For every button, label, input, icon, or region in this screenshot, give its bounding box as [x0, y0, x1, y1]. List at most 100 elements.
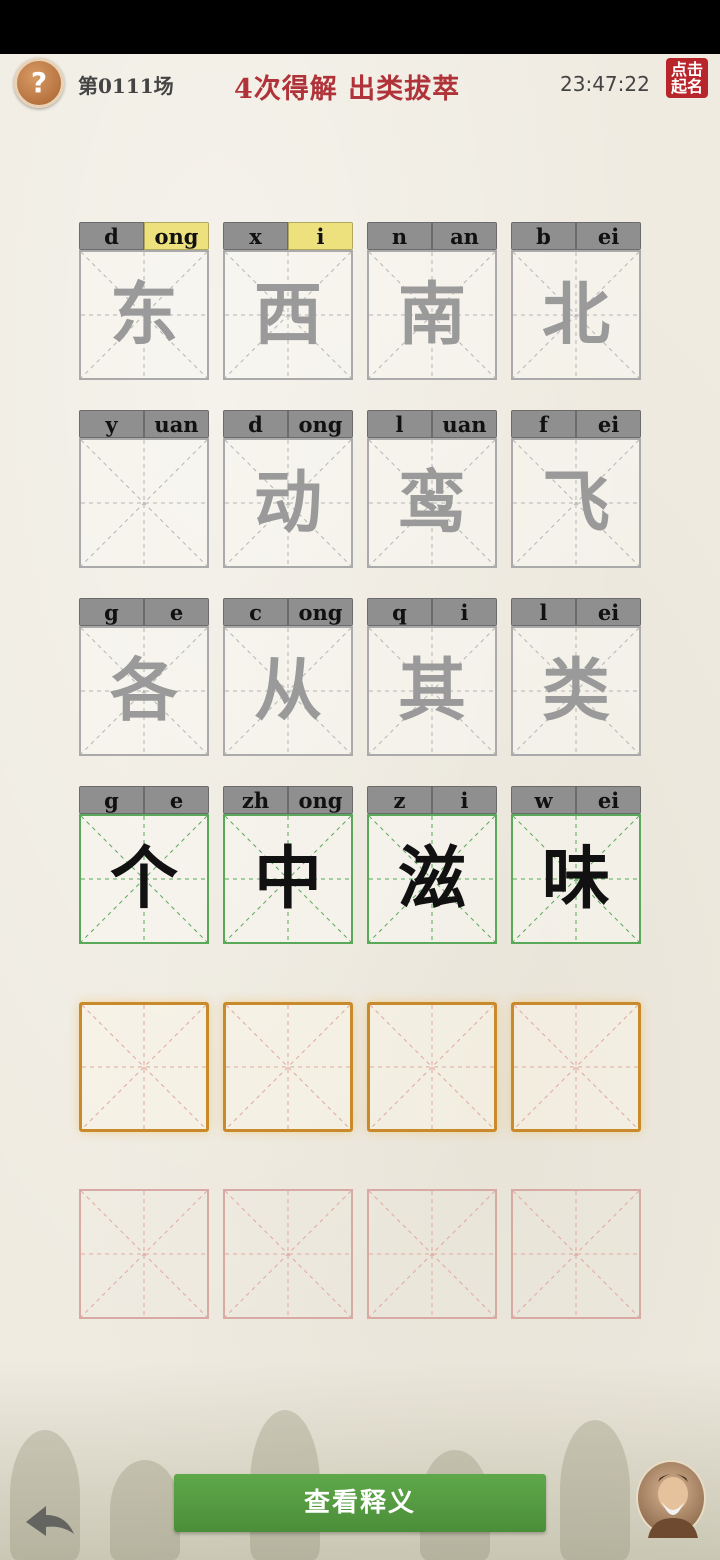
- character: 个: [109, 839, 178, 919]
- input-slot-empty: [367, 1189, 497, 1319]
- character-box: 西: [223, 250, 353, 380]
- character: 东: [109, 275, 178, 355]
- character-box: 各: [79, 626, 209, 756]
- pinyin-final: i: [432, 786, 497, 814]
- character: 动: [253, 463, 322, 543]
- pinyin-bar: l ei: [511, 598, 641, 626]
- pinyin-initial: w: [511, 786, 576, 814]
- pinyin-final: an: [432, 222, 497, 250]
- character-box: 飞: [511, 438, 641, 568]
- pinyin-bar: zi: [367, 786, 497, 814]
- pinyin-bar: l uan: [367, 410, 497, 438]
- pinyin-initial: z: [367, 786, 432, 814]
- character-box: 鸾: [367, 438, 497, 568]
- pinyin-bar: xi: [223, 222, 353, 250]
- grid-guide-lines: [82, 1005, 206, 1129]
- pinyin-initial: q: [367, 598, 432, 626]
- pinyin-final: ong: [144, 222, 209, 250]
- view-meaning-button[interactable]: 查看释义: [174, 1474, 546, 1532]
- sage-avatar-icon[interactable]: [636, 1460, 706, 1538]
- character-box: 从: [223, 626, 353, 756]
- input-slot-active[interactable]: [223, 1002, 353, 1132]
- input-slot-active[interactable]: [511, 1002, 641, 1132]
- character-box: 中: [223, 814, 353, 944]
- pinyin-initial: y: [79, 410, 144, 438]
- help-button[interactable]: ?: [14, 58, 64, 108]
- character-box: 味: [511, 814, 641, 944]
- character-box: 其: [367, 626, 497, 756]
- grid-guide-lines: [225, 1191, 351, 1317]
- pinyin-initial: f: [511, 410, 576, 438]
- pinyin-final: ong: [288, 410, 353, 438]
- input-slot-empty: [223, 1189, 353, 1319]
- character-box: 北: [511, 250, 641, 380]
- pinyin-final: ei: [576, 410, 641, 438]
- pinyin-initial: l: [367, 410, 432, 438]
- pinyin-bar: d ong: [223, 410, 353, 438]
- character-box: 南: [367, 250, 497, 380]
- pinyin-bar: zh ong: [223, 786, 353, 814]
- character: 鸾: [397, 463, 466, 543]
- pinyin-initial: l: [511, 598, 576, 626]
- round-label: 第0111场: [78, 74, 174, 98]
- grid-guide-lines: [370, 1005, 494, 1129]
- character-box: 滋: [367, 814, 497, 944]
- input-slot-empty: [511, 1189, 641, 1319]
- character-box: 东: [79, 250, 209, 380]
- pinyin-bar: w ei: [511, 786, 641, 814]
- pinyin-bar: d ong: [79, 222, 209, 250]
- character: 滋: [397, 839, 466, 919]
- pinyin-initial: d: [223, 410, 288, 438]
- character: 类: [541, 651, 610, 731]
- pinyin-initial: c: [223, 598, 288, 626]
- character: 其: [397, 651, 466, 731]
- pinyin-initial: zh: [223, 786, 288, 814]
- character: 从: [253, 651, 322, 731]
- back-arrow-icon[interactable]: [22, 1498, 78, 1542]
- grid-guide-lines: [369, 1191, 495, 1317]
- pinyin-final: ei: [576, 222, 641, 250]
- pinyin-initial: b: [511, 222, 576, 250]
- grid-guide-lines: [81, 1191, 207, 1317]
- grid-guide-lines: [226, 1005, 350, 1129]
- input-slot-empty: [79, 1189, 209, 1319]
- pinyin-initial: g: [79, 598, 144, 626]
- solve-result-title: 4次得解 出类拔萃: [234, 74, 461, 105]
- pinyin-final: i: [288, 222, 353, 250]
- input-slot-active[interactable]: [367, 1002, 497, 1132]
- pinyin-final: ei: [576, 598, 641, 626]
- pinyin-final: ong: [288, 598, 353, 626]
- pinyin-final: i: [432, 598, 497, 626]
- pinyin-final: ei: [576, 786, 641, 814]
- character: 北: [541, 275, 610, 355]
- pinyin-bar: qi: [367, 598, 497, 626]
- character-box: 个: [79, 814, 209, 944]
- pinyin-initial: n: [367, 222, 432, 250]
- grid-guide-lines: [514, 1005, 638, 1129]
- pinyin-bar: ge: [79, 786, 209, 814]
- character-box: 类: [511, 626, 641, 756]
- pinyin-bar: f ei: [511, 410, 641, 438]
- pinyin-bar: y uan: [79, 410, 209, 438]
- pinyin-initial: g: [79, 786, 144, 814]
- pinyin-initial: d: [79, 222, 144, 250]
- pinyin-final: uan: [432, 410, 497, 438]
- character: 味: [541, 839, 610, 919]
- character: 各: [109, 651, 178, 731]
- pinyin-final: ong: [288, 786, 353, 814]
- pinyin-final: e: [144, 786, 209, 814]
- character-box: [79, 438, 209, 568]
- grid-guide-lines: [513, 1191, 639, 1317]
- status-bar: [0, 0, 720, 54]
- character: 中: [253, 839, 322, 919]
- clock: 23:47:22: [560, 72, 650, 96]
- pinyin-bar: c ong: [223, 598, 353, 626]
- pinyin-bar: b ei: [511, 222, 641, 250]
- character-box: 动: [223, 438, 353, 568]
- pinyin-bar: n an: [367, 222, 497, 250]
- pinyin-initial: x: [223, 222, 288, 250]
- ranking-seal-button[interactable]: 点击 起名: [666, 58, 708, 98]
- input-slot-active[interactable]: [79, 1002, 209, 1132]
- pinyin-bar: ge: [79, 598, 209, 626]
- pinyin-final: uan: [144, 410, 209, 438]
